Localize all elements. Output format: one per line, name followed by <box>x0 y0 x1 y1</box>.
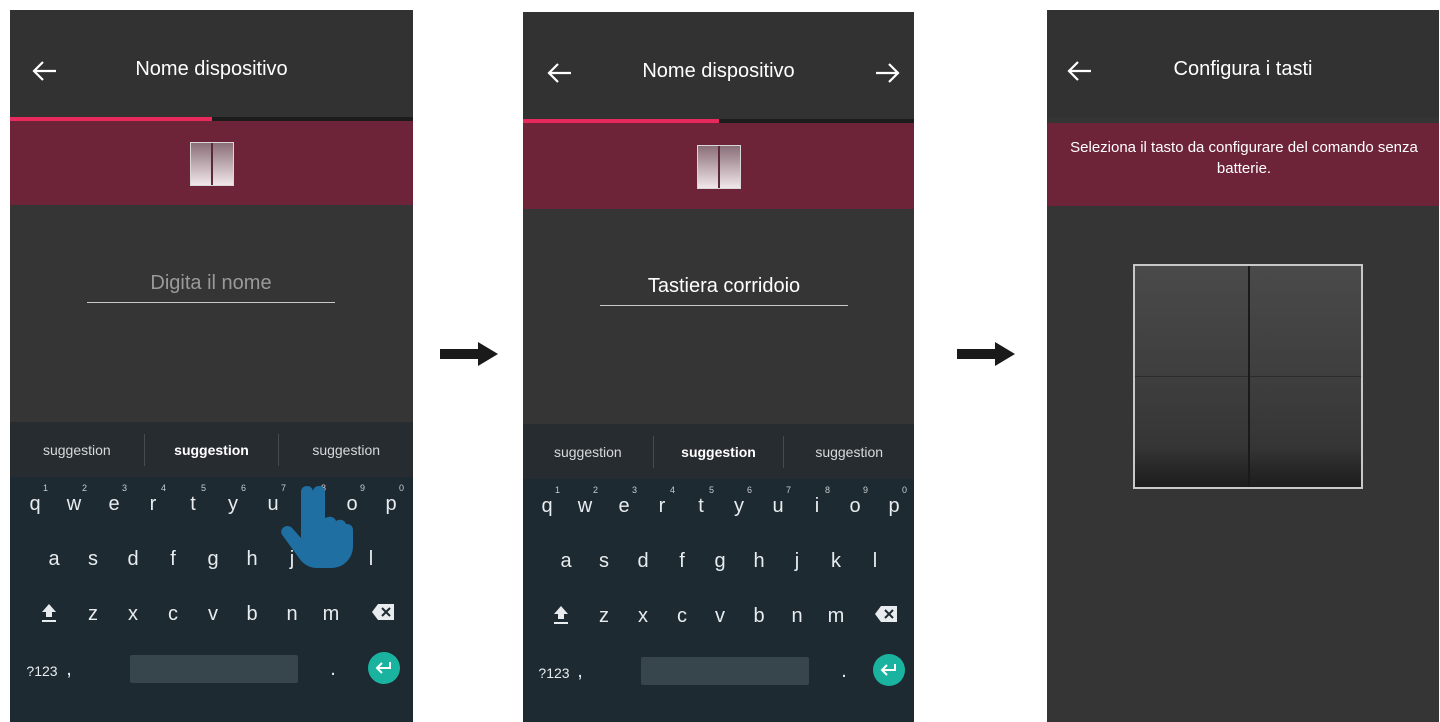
page-title: Nome dispositivo <box>642 60 795 82</box>
key[interactable]: p0 <box>376 483 406 516</box>
key[interactable]: b <box>237 603 267 626</box>
key[interactable]: f <box>158 548 188 571</box>
backspace-icon <box>372 604 394 620</box>
device-name-input[interactable]: Tastiera corridoio <box>600 270 848 306</box>
key[interactable]: v <box>198 603 228 626</box>
key[interactable]: x <box>628 605 658 628</box>
key[interactable]: j <box>782 550 812 573</box>
key[interactable]: w2 <box>570 485 600 518</box>
page-title: Nome dispositivo <box>135 58 288 80</box>
backspace-key[interactable] <box>368 603 398 626</box>
arrow-right-icon <box>957 342 1015 366</box>
arrow-right-icon <box>876 63 900 83</box>
shift-key[interactable] <box>546 605 576 631</box>
key[interactable]: r4 <box>138 483 168 516</box>
suggestion-item[interactable]: suggestion <box>10 442 144 458</box>
key[interactable]: g <box>705 550 735 573</box>
key[interactable]: l <box>860 550 890 573</box>
suggestion-item[interactable]: suggestion <box>654 444 784 460</box>
key[interactable]: e3 <box>609 485 639 518</box>
key[interactable]: k <box>821 550 851 573</box>
space-bar[interactable] <box>641 657 809 685</box>
key[interactable]: g <box>198 548 228 571</box>
key[interactable]: q1 <box>532 485 562 518</box>
key[interactable]: x <box>118 603 148 626</box>
comma-key[interactable]: , <box>565 660 595 683</box>
enter-icon <box>880 664 896 676</box>
key[interactable]: c <box>667 605 697 628</box>
key[interactable]: w2 <box>59 483 89 516</box>
shift-icon <box>42 604 56 622</box>
key[interactable]: f <box>667 550 697 573</box>
key[interactable]: h <box>744 550 774 573</box>
key[interactable]: i8 <box>802 485 832 518</box>
device-thumbnail <box>189 142 234 186</box>
key[interactable]: l <box>356 548 386 571</box>
shift-icon <box>554 606 568 624</box>
key[interactable]: z <box>589 605 619 628</box>
key[interactable]: h <box>237 548 267 571</box>
enter-icon <box>375 662 391 674</box>
key[interactable]: d <box>628 550 658 573</box>
key[interactable]: a <box>551 550 581 573</box>
device-band <box>10 121 413 205</box>
screen-configure-keys: Configura i tasti Seleziona il tasto da … <box>1047 10 1439 722</box>
suggestion-item[interactable]: suggestion <box>523 444 653 460</box>
page-title: Configura i tasti <box>1173 58 1313 80</box>
key[interactable]: y6 <box>218 483 248 516</box>
forward-button[interactable] <box>870 56 904 90</box>
device-thumbnail <box>696 145 741 189</box>
key[interactable]: t5 <box>686 485 716 518</box>
key[interactable]: n <box>782 605 812 628</box>
key[interactable]: y6 <box>724 485 754 518</box>
screen-device-name-empty: Nome dispositivo Digita il nome suggesti… <box>10 10 413 722</box>
suggestion-bar: suggestion suggestion suggestion <box>523 424 914 479</box>
enter-key[interactable] <box>368 652 400 684</box>
key[interactable]: m <box>316 603 346 626</box>
app-header: Configura i tasti <box>1047 10 1439 117</box>
key[interactable]: c <box>158 603 188 626</box>
suggestion-item[interactable]: suggestion <box>784 444 914 460</box>
shift-key[interactable] <box>34 603 64 629</box>
suggestion-item[interactable]: suggestion <box>279 442 413 458</box>
key[interactable]: s <box>78 548 108 571</box>
enter-key[interactable] <box>873 654 905 686</box>
instruction-text: Seleziona il tasto da configurare del co… <box>1070 139 1418 177</box>
key[interactable]: d <box>118 548 148 571</box>
key[interactable]: q1 <box>20 483 50 516</box>
suggestion-bar: suggestion suggestion suggestion <box>10 422 413 477</box>
period-key[interactable]: . <box>829 660 859 683</box>
key[interactable]: a <box>39 548 69 571</box>
key[interactable]: m <box>821 605 851 628</box>
key[interactable]: t5 <box>178 483 208 516</box>
pointing-hand-icon <box>281 486 353 568</box>
key[interactable]: b <box>744 605 774 628</box>
space-bar[interactable] <box>130 655 298 683</box>
suggestion-item[interactable]: suggestion <box>145 442 279 458</box>
key[interactable]: o9 <box>840 485 870 518</box>
double-rocker-switch <box>1133 264 1363 489</box>
device-name-input[interactable]: Digita il nome <box>87 267 335 303</box>
period-key[interactable]: . <box>318 658 348 681</box>
backspace-key[interactable] <box>871 605 901 628</box>
key[interactable]: n <box>277 603 307 626</box>
key[interactable]: v <box>705 605 735 628</box>
key[interactable]: z <box>78 603 108 626</box>
instruction-band: Seleziona il tasto da configurare del co… <box>1047 123 1439 206</box>
device-band <box>523 123 914 209</box>
app-header: Nome dispositivo <box>10 10 413 117</box>
backspace-icon <box>875 606 897 622</box>
key[interactable]: u7 <box>763 485 793 518</box>
key[interactable]: e3 <box>99 483 129 516</box>
app-header: Nome dispositivo <box>523 12 914 119</box>
key[interactable]: p0 <box>879 485 909 518</box>
screen-device-name-filled: Nome dispositivo Tastiera corridoio sugg… <box>523 12 914 722</box>
comma-key[interactable]: , <box>54 658 84 681</box>
soft-keyboard: q1 w2 e3 r4 t5 y6 u7 i8 o9 p0 a s d f g … <box>523 479 914 722</box>
arrow-right-icon <box>440 342 498 366</box>
key[interactable]: s <box>589 550 619 573</box>
key[interactable]: r4 <box>647 485 677 518</box>
